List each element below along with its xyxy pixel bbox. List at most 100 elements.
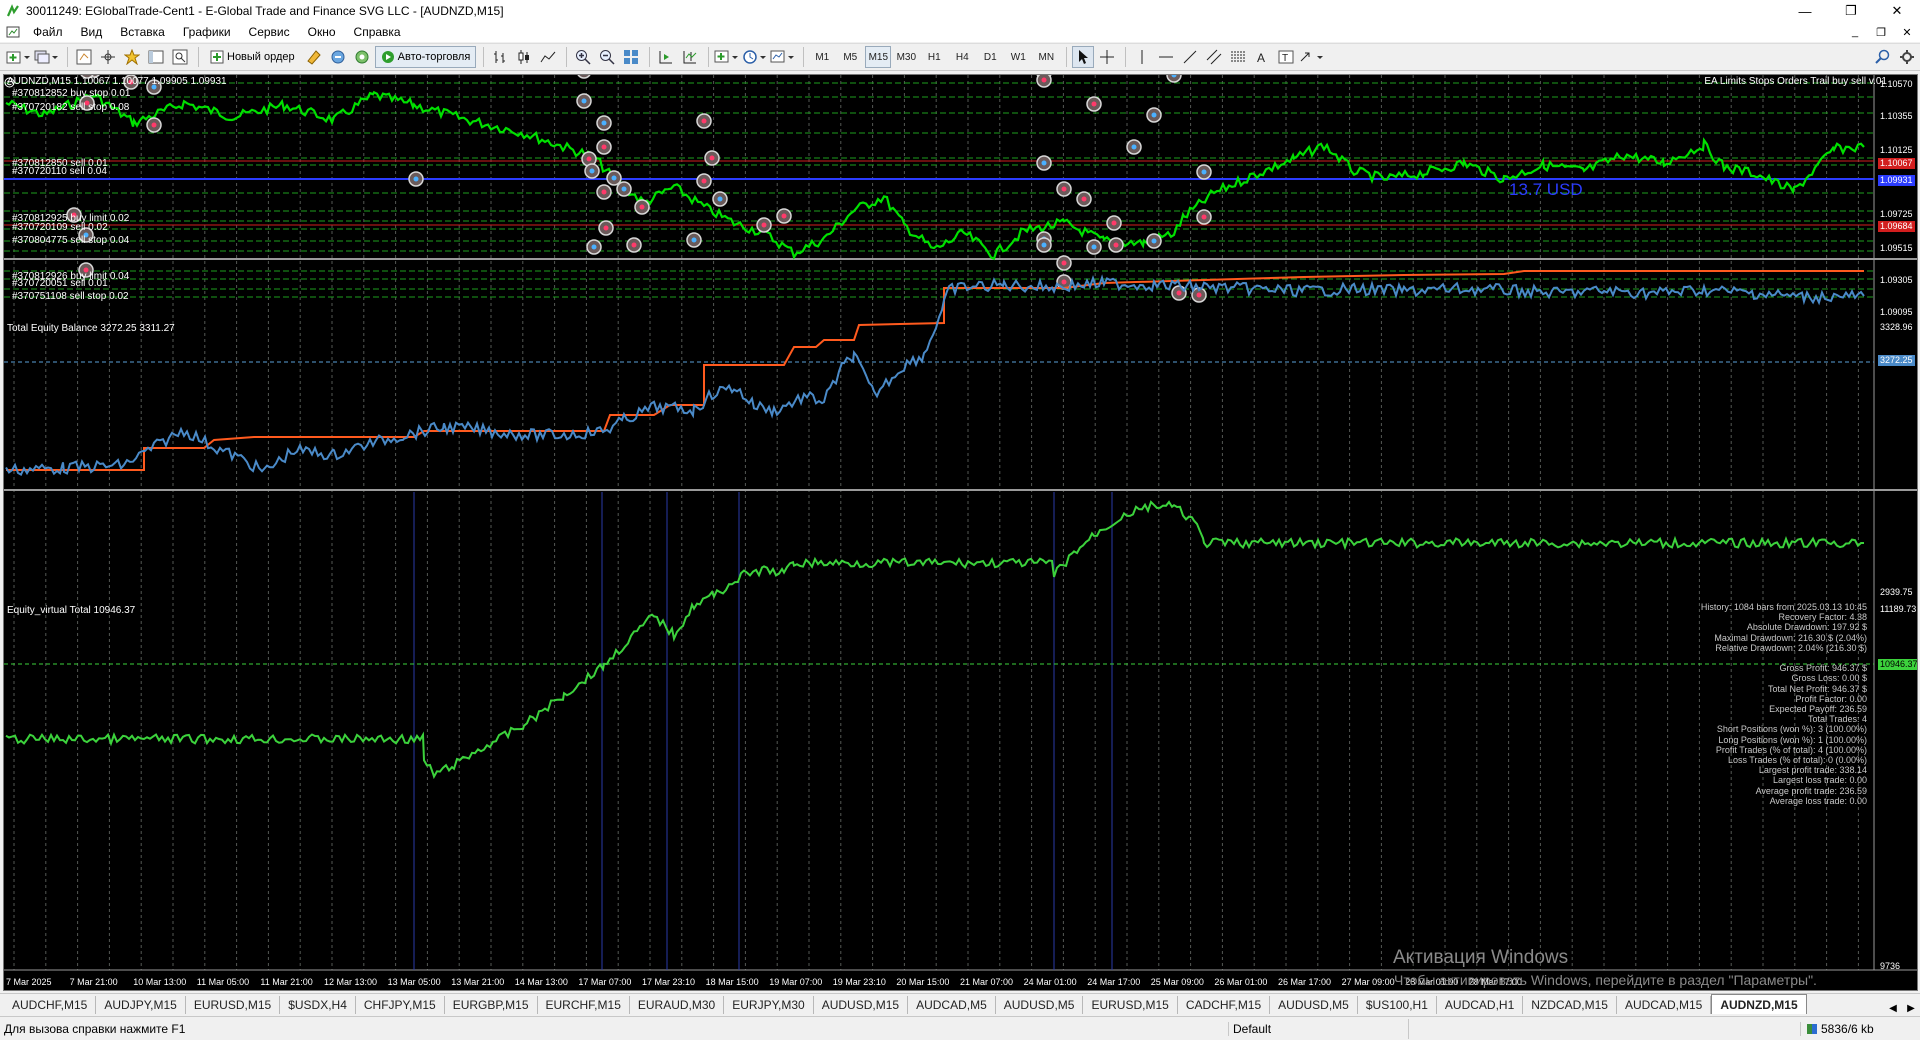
market-watch-icon[interactable] (73, 46, 95, 68)
chart-tab[interactable]: EURJPY,M30 (724, 996, 814, 1014)
line-chart-icon[interactable] (537, 46, 559, 68)
menu-tools[interactable]: Сервис (240, 25, 299, 39)
chart-tab[interactable]: NZDCAD,M15 (1523, 996, 1617, 1014)
statistic-line: Gross Loss: 0.00 $ (1791, 673, 1867, 684)
tester-icon[interactable] (169, 46, 191, 68)
timeframe-h1[interactable]: H1 (921, 46, 947, 68)
chart-tab[interactable]: EURUSD,M15 (1083, 996, 1178, 1014)
equidistant-channel-icon[interactable] (1203, 46, 1225, 68)
chart-tab[interactable]: AUDJPY,M15 (96, 996, 186, 1014)
metaeditor-icon[interactable] (303, 46, 325, 68)
order-label[interactable]: #370720182 sell stop 0.08 (12, 102, 129, 113)
chart-tab[interactable]: EURUSD,M15 (186, 996, 281, 1014)
chart-tab[interactable]: CHFJPY,M15 (356, 996, 445, 1014)
chart-tab[interactable]: EURCHF,M15 (538, 996, 630, 1014)
menu-charts[interactable]: Графики (174, 25, 240, 39)
text-label-icon[interactable]: T (1275, 46, 1297, 68)
chart-tab[interactable]: AUDUSD,M5 (1270, 996, 1358, 1014)
settings-icon[interactable] (1896, 46, 1918, 68)
profit-label: 13.7 USD (1509, 180, 1583, 199)
maximize-button[interactable]: ❐ (1828, 0, 1874, 22)
order-marker-dot (586, 156, 592, 162)
market-icon[interactable] (351, 46, 373, 68)
mdi-close-button[interactable]: ✕ (1894, 26, 1920, 39)
vertical-line-icon[interactable] (1131, 46, 1153, 68)
chart-tab[interactable]: $US100,H1 (1358, 996, 1437, 1014)
order-marker-dot (639, 204, 645, 210)
trendline-icon[interactable] (1179, 46, 1201, 68)
new-order-label: Новый ордер (227, 51, 295, 63)
autoscroll-icon[interactable] (655, 46, 677, 68)
timeframe-w1[interactable]: W1 (1005, 46, 1031, 68)
price-line (5, 90, 1865, 261)
zoom-in-icon[interactable] (572, 46, 594, 68)
minimize-button[interactable]: — (1782, 0, 1828, 22)
menu-insert[interactable]: Вставка (111, 25, 174, 39)
order-label[interactable]: #370720110 sell 0.04 (12, 166, 107, 177)
cursor-icon[interactable] (1072, 46, 1095, 68)
new-chart-icon[interactable] (6, 46, 32, 68)
chart-tab[interactable]: EURGBP,M15 (445, 996, 538, 1014)
periods-icon[interactable] (742, 46, 768, 68)
menu-help[interactable]: Справка (345, 25, 410, 39)
timeframe-mn[interactable]: MN (1033, 46, 1059, 68)
tile-windows-icon[interactable] (620, 46, 642, 68)
timeframe-h4[interactable]: H4 (949, 46, 975, 68)
tabs-scroll-right-icon[interactable]: ▶ (1902, 1003, 1920, 1014)
chart-tab[interactable]: AUDCAD,M15 (1617, 996, 1712, 1014)
autotrading-icon (381, 51, 394, 63)
mdi-minimize-button[interactable]: _ (1842, 26, 1868, 39)
tabs-scroll-left-icon[interactable]: ◀ (1884, 1003, 1902, 1014)
chart-canvas[interactable] (4, 75, 1918, 991)
chart-tab[interactable]: $USDX,H4 (280, 996, 356, 1014)
order-label[interactable]: #370804775 sell stop 0.04 (12, 235, 129, 246)
timeframe-m15[interactable]: M15 (865, 46, 892, 68)
order-label[interactable]: #370812852 buy stop 0.01 (12, 88, 130, 99)
bar-chart-icon[interactable] (489, 46, 511, 68)
crosshair-icon[interactable] (1096, 46, 1118, 68)
arrows-icon[interactable] (1299, 46, 1325, 68)
terminal-icon[interactable] (145, 46, 167, 68)
menu-file[interactable]: Файл (24, 25, 72, 39)
autotrading-button[interactable]: Авто-торговля (374, 46, 477, 68)
signals-icon[interactable] (327, 46, 349, 68)
chart-tab[interactable]: AUDCHF,M15 (4, 996, 97, 1014)
zoom-out-icon[interactable] (596, 46, 618, 68)
chart-tab-active[interactable]: AUDNZD,M15 (1711, 994, 1807, 1014)
templates-icon[interactable] (770, 46, 796, 68)
new-order-button[interactable]: Новый ордер (204, 46, 301, 68)
chart-tab[interactable]: AUDUSD,M15 (814, 996, 909, 1014)
status-traffic: 5836/6 kb (1800, 1021, 1920, 1036)
timeframe-m30[interactable]: M30 (893, 46, 919, 68)
statistic-line: Relative Drawdown: 2.04% (216.30 $) (1715, 642, 1867, 653)
chart-tab[interactable]: AUDCAD,M5 (908, 996, 996, 1014)
text-icon[interactable]: A (1251, 46, 1273, 68)
chart-tab[interactable]: AUDCAD,H1 (1437, 996, 1524, 1014)
timeframe-d1[interactable]: D1 (977, 46, 1003, 68)
fibonacci-icon[interactable] (1227, 46, 1249, 68)
order-label[interactable]: #370720109 sell 0.02 (12, 222, 108, 233)
statistic-line: Long Positions (won %): 1 (100.00%) (1718, 734, 1867, 745)
status-bar: Для вызова справки нажмите F1 Default 58… (0, 1016, 1920, 1040)
candlestick-icon[interactable] (513, 46, 535, 68)
profiles-icon[interactable] (34, 46, 60, 68)
navigator-icon[interactable] (121, 46, 143, 68)
timeframe-m1[interactable]: M1 (809, 46, 835, 68)
search-icon[interactable] (1872, 46, 1894, 68)
mdi-restore-button[interactable]: ❐ (1868, 26, 1894, 39)
order-label[interactable]: #370751108 sell stop 0.02 (12, 291, 129, 302)
chart-shift-icon[interactable] (679, 46, 701, 68)
menu-view[interactable]: Вид (72, 25, 112, 39)
order-label[interactable]: #370720051 sell 0.01 (12, 278, 108, 289)
chart-window[interactable]: AUDNZD,M15 1.10067 1.10077 1.09905 1.099… (3, 74, 1918, 991)
horizontal-line-icon[interactable] (1155, 46, 1177, 68)
indicators-icon[interactable] (714, 46, 740, 68)
chart-tab[interactable]: AUDUSD,M5 (996, 996, 1084, 1014)
menu-window[interactable]: Окно (299, 25, 345, 39)
chart-tab[interactable]: EURAUD,M30 (630, 996, 725, 1014)
menu-bar: Файл Вид Вставка Графики Сервис Окно Спр… (0, 22, 1920, 42)
close-button[interactable]: ✕ (1874, 0, 1920, 22)
data-window-icon[interactable] (97, 46, 119, 68)
chart-tab[interactable]: CADCHF,M15 (1178, 996, 1271, 1014)
timeframe-m5[interactable]: M5 (837, 46, 863, 68)
